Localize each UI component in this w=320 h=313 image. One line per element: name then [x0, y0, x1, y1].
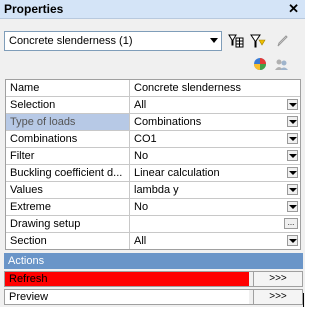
filter-table-icon[interactable] [228, 33, 244, 49]
property-key: Type of loads [6, 114, 130, 130]
property-value[interactable]: Concrete slenderness [131, 80, 300, 96]
object-selector-dropdown[interactable]: Concrete slenderness (1) [4, 31, 222, 51]
property-row-section[interactable]: Section All [6, 233, 300, 249]
chevron-down-icon[interactable] [287, 235, 298, 246]
preview-label: Preview [5, 290, 249, 304]
filter-yellow-icon[interactable] [250, 33, 266, 49]
panel-title: Properties [4, 2, 64, 16]
property-row-type-of-loads[interactable]: Type of loads Combinations [6, 114, 300, 131]
property-row-name[interactable]: Name Concrete slenderness [6, 80, 300, 97]
property-row-drawing-setup[interactable]: Drawing setup ... [6, 216, 300, 233]
chevron-down-icon[interactable] [287, 184, 298, 195]
property-row-values[interactable]: Values lambda y [6, 182, 300, 199]
property-key: Extreme [6, 199, 130, 215]
property-row-combinations[interactable]: Combinations CO1 [6, 131, 300, 148]
property-value[interactable]: Linear calculation [131, 165, 300, 181]
property-value[interactable]: No [131, 148, 300, 164]
property-key: Combinations [6, 131, 130, 147]
property-value[interactable]: Combinations [131, 114, 300, 130]
property-value[interactable]: All [131, 233, 300, 249]
property-row-buckling-coefficient[interactable]: Buckling coefficient d... Linear calcula… [6, 165, 300, 182]
ellipsis-button[interactable]: ... [284, 218, 298, 229]
actions-header: Actions [4, 253, 303, 269]
property-value[interactable]: lambda y [131, 182, 300, 198]
chevron-down-icon[interactable] [287, 150, 298, 161]
people-icon[interactable] [273, 56, 289, 72]
properties-title-bar: Properties ✕ [0, 0, 305, 19]
preview-button[interactable]: >>> [253, 290, 302, 304]
action-row-preview[interactable]: Preview >>> [4, 289, 303, 305]
close-icon[interactable]: ✕ [288, 1, 299, 17]
property-key: Values [6, 182, 130, 198]
color-chart-icon[interactable] [252, 56, 268, 72]
object-selector-value: Concrete slenderness (1) [9, 35, 133, 47]
property-value[interactable]: No [131, 199, 300, 215]
property-key: Section [6, 233, 130, 249]
property-key: Filter [6, 148, 130, 164]
property-key: Selection [6, 97, 130, 113]
refresh-label: Refresh [5, 272, 249, 286]
property-key: Name [6, 80, 130, 96]
property-row-extreme[interactable]: Extreme No [6, 199, 300, 216]
chevron-down-icon[interactable] [287, 133, 298, 144]
property-key: Drawing setup [6, 216, 130, 232]
property-value[interactable]: CO1 [131, 131, 300, 147]
property-row-filter[interactable]: Filter No [6, 148, 300, 165]
property-key: Buckling coefficient d... [6, 165, 130, 181]
chevron-down-icon[interactable] [287, 116, 298, 127]
action-row-refresh[interactable]: Refresh >>> [4, 271, 303, 287]
chevron-down-icon[interactable] [287, 99, 298, 110]
chevron-down-icon[interactable] [287, 201, 298, 212]
text-cursor [303, 293, 304, 307]
pencil-icon[interactable] [274, 33, 290, 49]
property-value[interactable] [131, 216, 300, 232]
property-value[interactable]: All [131, 97, 300, 113]
property-grid: Name Concrete slenderness Selection All … [5, 79, 301, 250]
refresh-button[interactable]: >>> [253, 272, 302, 286]
chevron-down-icon[interactable] [210, 38, 218, 43]
chevron-down-icon[interactable] [287, 167, 298, 178]
property-row-selection[interactable]: Selection All [6, 97, 300, 114]
